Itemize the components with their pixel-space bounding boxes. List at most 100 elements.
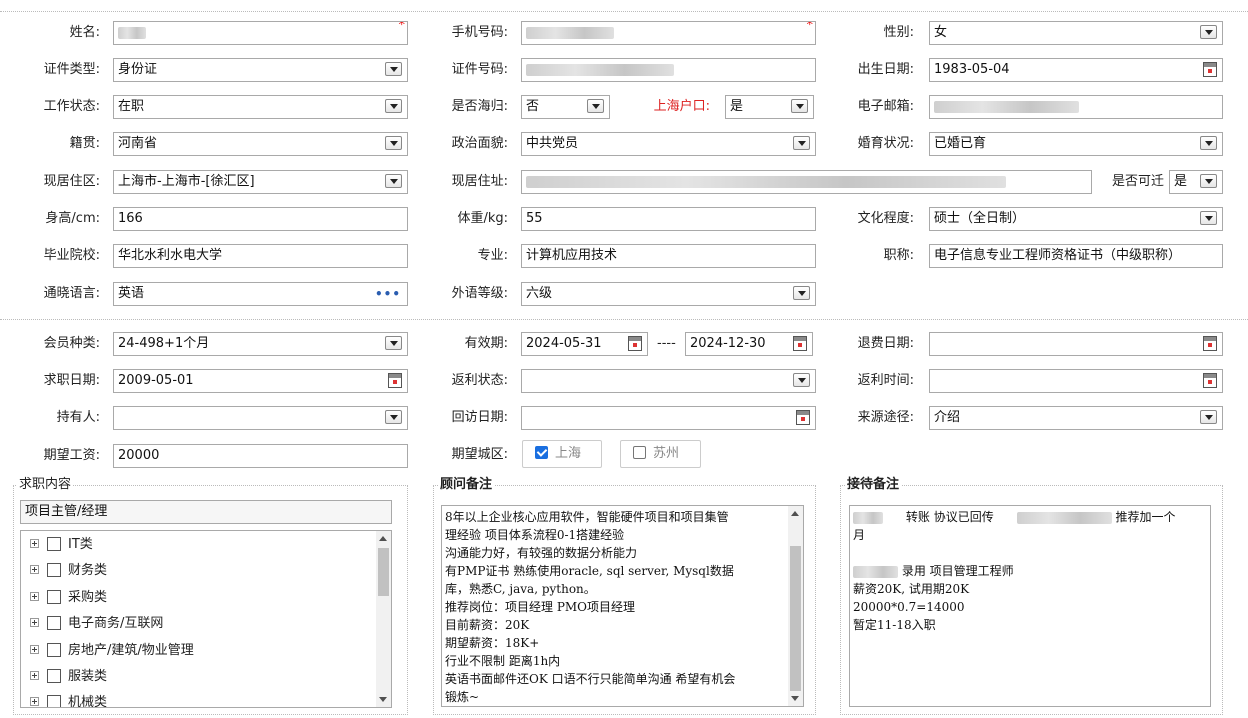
- valid-to-input[interactable]: 2024-12-30: [685, 332, 813, 356]
- expand-icon[interactable]: [30, 539, 39, 548]
- refund-date-input[interactable]: [929, 332, 1223, 356]
- marital-select[interactable]: 已婚已育: [929, 132, 1223, 156]
- chevron-down-icon[interactable]: [385, 174, 402, 188]
- tree-item[interactable]: 服装类: [30, 667, 107, 687]
- expand-icon[interactable]: [30, 565, 39, 574]
- expand-icon[interactable]: [30, 671, 39, 680]
- city-option-label: 苏州: [653, 446, 680, 461]
- birth-date-input[interactable]: 1983-05-04: [929, 58, 1223, 82]
- advisor-notes-textarea[interactable]: 8年以上企业核心应用软件，智能硬件项目和项目集管 理经验 项目体系流程0-1搭建…: [441, 505, 804, 707]
- notes-scrollbar[interactable]: [788, 506, 803, 706]
- chevron-down-icon[interactable]: [1200, 174, 1217, 188]
- tree-item[interactable]: 财务类: [30, 561, 107, 581]
- visit-date-input[interactable]: [521, 406, 816, 430]
- name-input[interactable]: *: [113, 21, 408, 45]
- chevron-down-icon[interactable]: [385, 410, 402, 424]
- holder-select[interactable]: [113, 406, 408, 430]
- native-select[interactable]: 河南省: [113, 132, 408, 156]
- chevron-down-icon[interactable]: [1200, 136, 1217, 150]
- more-icon[interactable]: •••: [375, 288, 401, 300]
- advisor-notes-legend: 顾问备注: [438, 477, 495, 493]
- email-input[interactable]: [929, 95, 1223, 119]
- weight-input[interactable]: 55: [521, 207, 816, 231]
- chevron-down-icon[interactable]: [1200, 25, 1217, 39]
- fl-level-select[interactable]: 六级: [521, 282, 816, 306]
- calendar-icon[interactable]: [628, 336, 642, 351]
- chevron-down-icon[interactable]: [793, 373, 810, 387]
- political-select[interactable]: 中共党员: [521, 132, 816, 156]
- tree-item[interactable]: 电子商务/互联网: [30, 614, 163, 634]
- job-date-input[interactable]: 2009-05-01: [113, 369, 408, 393]
- tree-scrollbar[interactable]: [376, 531, 391, 707]
- tree-item[interactable]: 机械类: [30, 693, 107, 707]
- chevron-down-icon[interactable]: [385, 136, 402, 150]
- scroll-down-icon[interactable]: [791, 696, 799, 701]
- residence-area-select[interactable]: 上海市-上海市-[徐汇区]: [113, 170, 408, 194]
- chevron-down-icon[interactable]: [793, 286, 810, 300]
- chevron-down-icon[interactable]: [791, 99, 808, 113]
- checkbox-icon[interactable]: [47, 616, 61, 630]
- chevron-down-icon[interactable]: [1200, 410, 1217, 424]
- city-option-suzhou[interactable]: 苏州: [620, 440, 701, 468]
- scroll-up-icon[interactable]: [379, 536, 387, 541]
- gender-select[interactable]: 女: [929, 21, 1223, 45]
- tree-item[interactable]: 采购类: [30, 588, 107, 608]
- source-select[interactable]: 介绍: [929, 406, 1223, 430]
- school-input[interactable]: 华北水利水电大学: [113, 244, 408, 268]
- returnee-select[interactable]: 否: [521, 95, 610, 119]
- height-input[interactable]: 166: [113, 207, 408, 231]
- city-option-shanghai[interactable]: 上海: [522, 440, 602, 468]
- scroll-down-icon[interactable]: [379, 697, 387, 702]
- calendar-icon[interactable]: [793, 336, 807, 351]
- expand-icon[interactable]: [30, 697, 39, 706]
- id-type-select[interactable]: 身份证: [113, 58, 408, 82]
- job-content-selected[interactable]: 项目主管/经理: [20, 500, 392, 524]
- checkbox-checked-icon[interactable]: [535, 446, 548, 459]
- chevron-down-icon[interactable]: [587, 99, 604, 113]
- chevron-down-icon[interactable]: [793, 136, 810, 150]
- checkbox-icon[interactable]: [47, 669, 61, 683]
- work-status-select[interactable]: 在职: [113, 95, 408, 119]
- chevron-down-icon[interactable]: [385, 99, 402, 113]
- scroll-thumb[interactable]: [378, 548, 389, 596]
- valid-from-input[interactable]: 2024-05-31: [521, 332, 648, 356]
- scroll-thumb[interactable]: [790, 546, 801, 691]
- checkbox-icon[interactable]: [47, 695, 61, 707]
- checkbox-icon[interactable]: [47, 643, 61, 657]
- chevron-down-icon[interactable]: [385, 62, 402, 76]
- expand-icon[interactable]: [30, 645, 39, 654]
- checkbox-icon[interactable]: [47, 537, 61, 551]
- shanghai-hukou-select[interactable]: 是: [725, 95, 814, 119]
- reception-notes-textarea[interactable]: 转账 协议已回传 推荐加一个 月 录用 项目管理工程师 薪资20K, 试用期20…: [849, 505, 1211, 707]
- language-input[interactable]: 英语 •••: [113, 282, 408, 306]
- checkbox-icon[interactable]: [47, 563, 61, 577]
- rebate-status-select[interactable]: [521, 369, 816, 393]
- education-select[interactable]: 硕士（全日制）: [929, 207, 1223, 231]
- relocate-select[interactable]: 是: [1169, 170, 1223, 194]
- scroll-up-icon[interactable]: [791, 511, 799, 516]
- id-number-input[interactable]: [521, 58, 816, 82]
- chevron-down-icon[interactable]: [385, 336, 402, 350]
- rebate-time-input[interactable]: [929, 369, 1223, 393]
- expand-icon[interactable]: [30, 618, 39, 627]
- title-input[interactable]: 电子信息专业工程师资格证书（中级职称）: [929, 244, 1223, 268]
- job-category-tree[interactable]: IT类 财务类 采购类 电子商务/互联网 房地产/建筑/物业管理 服装类 机械类: [20, 530, 392, 708]
- tree-item[interactable]: IT类: [30, 535, 93, 555]
- tree-item-label: 房地产/建筑/物业管理: [68, 643, 194, 658]
- expand-icon[interactable]: [30, 592, 39, 601]
- member-type-select[interactable]: 24-498+1个月: [113, 332, 408, 356]
- major-input[interactable]: 计算机应用技术: [521, 244, 816, 268]
- calendar-icon[interactable]: [1203, 336, 1217, 351]
- calendar-icon[interactable]: [796, 410, 810, 425]
- tree-item[interactable]: 房地产/建筑/物业管理: [30, 641, 194, 661]
- calendar-icon[interactable]: [1203, 62, 1217, 77]
- residence-addr-input[interactable]: [521, 170, 1092, 194]
- calendar-icon[interactable]: [1203, 373, 1217, 388]
- note-line: 锻炼~: [445, 690, 480, 704]
- chevron-down-icon[interactable]: [1200, 211, 1217, 225]
- calendar-icon[interactable]: [388, 373, 402, 388]
- phone-input[interactable]: *: [521, 21, 816, 45]
- salary-input[interactable]: 20000: [113, 444, 408, 468]
- checkbox-icon[interactable]: [633, 446, 646, 459]
- checkbox-icon[interactable]: [47, 590, 61, 604]
